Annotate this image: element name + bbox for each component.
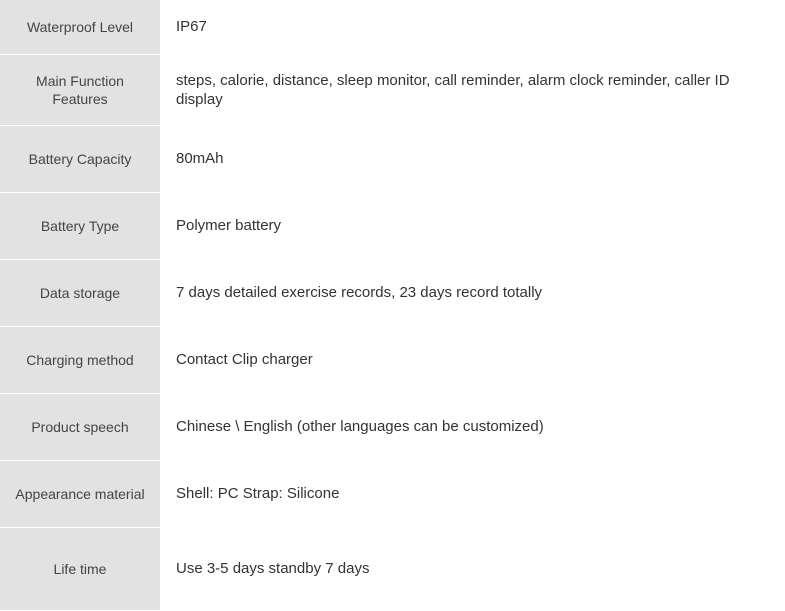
spec-label: Charging method — [0, 327, 160, 393]
table-row: Main Function Features steps, calorie, d… — [0, 55, 785, 126]
spec-value: Use 3-5 days standby 7 days — [160, 528, 785, 610]
spec-table: Waterproof Level IP67 Main Function Feat… — [0, 0, 785, 611]
spec-value: 7 days detailed exercise records, 23 day… — [160, 260, 785, 326]
spec-label: Battery Type — [0, 193, 160, 259]
spec-label: Data storage — [0, 260, 160, 326]
table-row: Appearance material Shell: PC Strap: Sil… — [0, 461, 785, 528]
table-row: Product speech Chinese \ English (other … — [0, 394, 785, 461]
spec-label: Battery Capacity — [0, 126, 160, 192]
table-row: Data storage 7 days detailed exercise re… — [0, 260, 785, 327]
table-row: Waterproof Level IP67 — [0, 0, 785, 55]
spec-value: Contact Clip charger — [160, 327, 785, 393]
spec-label: Product speech — [0, 394, 160, 460]
spec-label: Appearance material — [0, 461, 160, 527]
table-row: Battery Capacity 80mAh — [0, 126, 785, 193]
spec-value: 80mAh — [160, 126, 785, 192]
spec-label: Life time — [0, 528, 160, 610]
table-row: Life time Use 3-5 days standby 7 days — [0, 528, 785, 611]
spec-value: Shell: PC Strap: Silicone — [160, 461, 785, 527]
spec-value: steps, calorie, distance, sleep monitor,… — [160, 55, 785, 125]
table-row: Battery Type Polymer battery — [0, 193, 785, 260]
spec-value: Chinese \ English (other languages can b… — [160, 394, 785, 460]
spec-label: Main Function Features — [0, 55, 160, 125]
spec-value: IP67 — [160, 0, 785, 54]
spec-label: Waterproof Level — [0, 0, 160, 54]
table-row: Charging method Contact Clip charger — [0, 327, 785, 394]
spec-value: Polymer battery — [160, 193, 785, 259]
